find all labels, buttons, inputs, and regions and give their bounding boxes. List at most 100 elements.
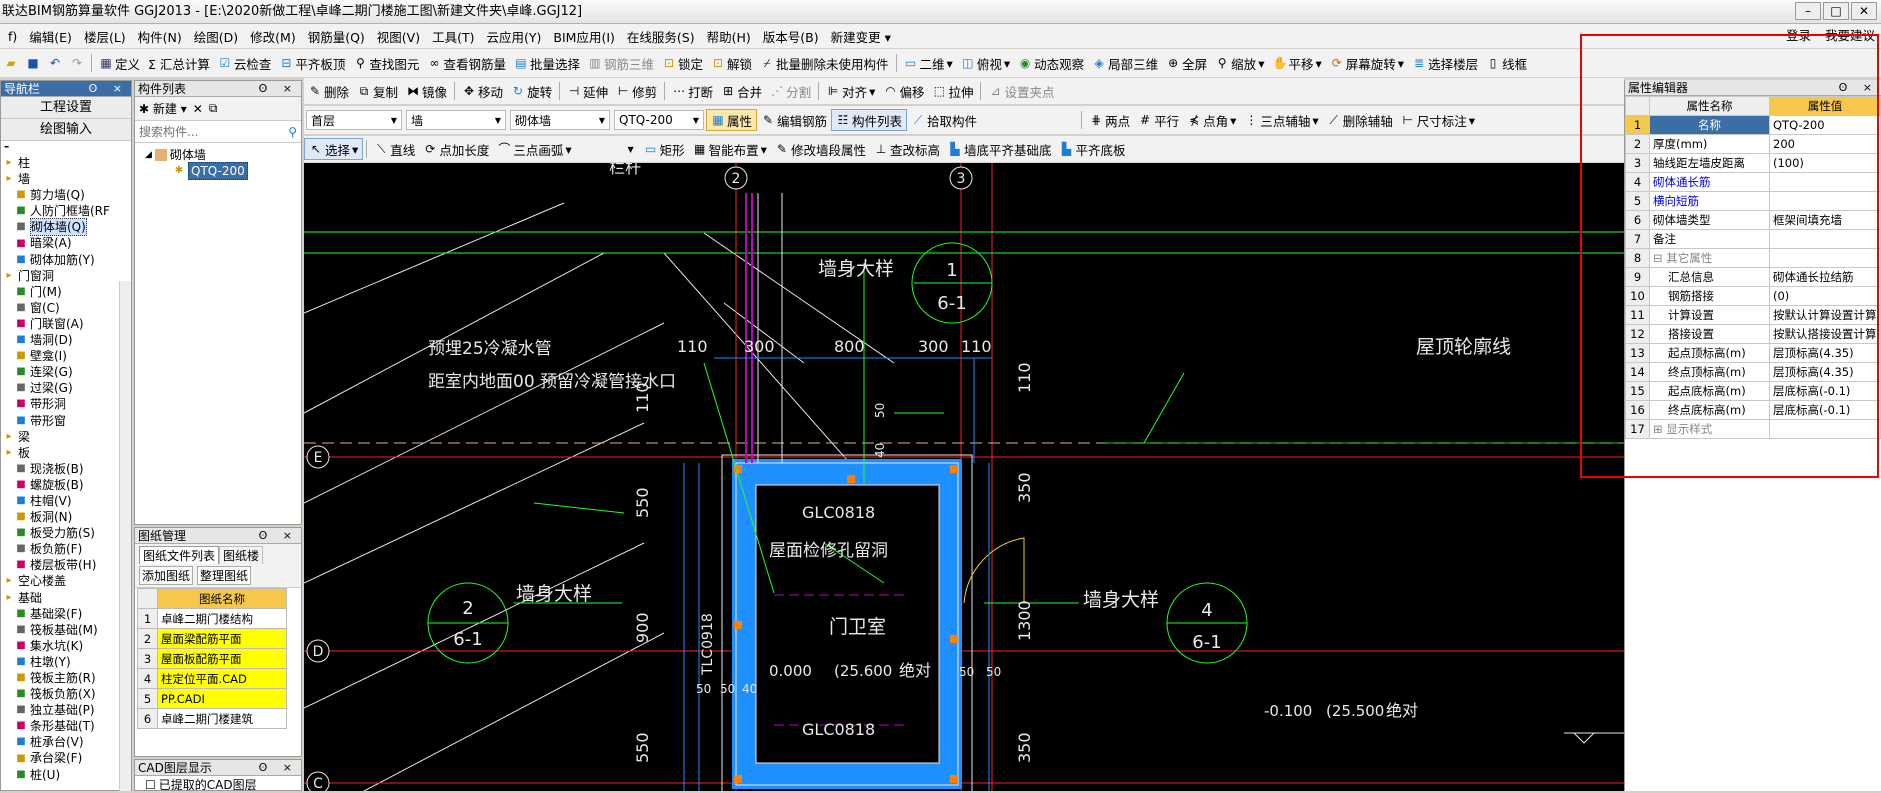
line-button[interactable]: ⟍ 直线 [370,138,419,160]
local-3d-button[interactable]: ◈ 局部三维 [1088,52,1162,74]
maximize-button[interactable]: □ [1823,2,1849,20]
nav-group[interactable]: ▸ 梁 [3,429,131,445]
redo-button[interactable]: ↷ [66,52,88,74]
delete-axis-button[interactable]: ⟋ 删除辅轴 [1323,109,1397,131]
save-button[interactable]: ■ [22,52,44,74]
nav-item[interactable]: ■ 现浇板(B) [3,461,131,477]
mirror-button[interactable]: ⧓ 镜像 [402,80,451,102]
new-component-button[interactable]: ✱ 新建 ▾ [139,100,187,117]
table-row[interactable]: 1 卓峰二期门楼结构 [137,608,287,629]
nav-group[interactable]: ▸ 柱 [3,155,131,171]
nav-item[interactable]: ■ 板洞(N) [3,509,131,525]
menu-help[interactable]: 帮助(H) [701,27,757,46]
arc-options-select[interactable]: ▼ [578,139,638,159]
nav-item[interactable]: ■ 柱墩(Y) [3,654,131,670]
orbit-button[interactable]: ◉ 动态观察 [1014,52,1088,74]
nav-group[interactable]: ▸ 空心楼盖 [3,573,131,589]
type-select[interactable]: 墙 ▼ [406,110,506,130]
search-icon[interactable]: ⚲ [288,125,297,139]
nav-item[interactable]: ■ 暗梁(A) [3,235,131,251]
panel-controls[interactable]: ʘ × [89,81,128,97]
nav-item[interactable]: ■ 筏板主筋(R) [3,670,131,686]
parallel-button[interactable]: # 平行 [1134,109,1183,131]
rebar-3d-button[interactable]: ▥ 钢筋三维 [584,52,658,74]
component-group[interactable]: ◢ 砌体墙 [145,147,301,163]
offset-button[interactable]: ◠ 偏移 [879,80,928,102]
nav-item[interactable]: ■ 窗(C) [3,300,131,316]
rotate-button[interactable]: ↻ 旋转 [507,80,556,102]
menu-cloud[interactable]: 云应用(Y) [481,27,548,46]
menu-view[interactable]: 视图(V) [371,27,426,46]
view-rebar-qty-button[interactable]: ∞ 查看钢筋量 [423,52,510,74]
align-slab-bottom-button[interactable]: ▙ 平齐底板 [1055,138,1129,160]
nav-scrollbar[interactable] [119,281,131,791]
nav-item[interactable]: ■ 砌体加筋(Y) [3,252,131,268]
property-button[interactable]: ▦ 属性 [706,109,758,131]
three-point-axis-button[interactable]: ⋮ 三点辅轴 ▾ [1240,109,1322,131]
menu-draw[interactable]: 绘图(D) [188,27,244,46]
menu-online[interactable]: 在线服务(S) [621,27,701,46]
nav-item[interactable]: ■ 桩承台(V) [3,734,131,750]
align-slab-top-button[interactable]: ⊟ 平齐板顶 [275,52,349,74]
project-settings-button[interactable]: 工程设置 [1,97,131,119]
three-point-arc-button[interactable]: ⌒ 三点画弧 ▾ [493,138,575,160]
nav-group[interactable]: ▸ 门窗洞 [3,268,131,284]
undo-button[interactable]: ↶ [44,52,66,74]
delete-component-icon[interactable]: ✕ [193,102,203,116]
floor-select[interactable]: 首层 ▼ [306,110,402,130]
table-row[interactable]: 5 PP.CADI [137,688,287,709]
move-button[interactable]: ✥ 移动 [458,80,507,102]
break-button[interactable]: ⋯ 打断 [668,80,717,102]
edit-rebar-button[interactable]: ✎ 编辑钢筋 [757,109,831,131]
nav-item[interactable]: ■ 带形洞 [3,396,131,412]
cloud-check-button[interactable]: ☑ 云检查 [214,52,276,74]
menu-version[interactable]: 版本号(B) [757,27,825,46]
top-view-button[interactable]: ◫ 俯视 ▾ [957,52,1014,74]
menu-floor[interactable]: 楼层(L) [78,27,132,46]
pan-button[interactable]: ✋ 平移 ▾ [1268,52,1325,74]
align-button[interactable]: ⊫ 对齐 ▾ [822,80,879,102]
zoom-button[interactable]: ⚲ 缩放 ▾ [1211,52,1268,74]
minimize-button[interactable]: – [1795,2,1821,20]
collapse-icon[interactable]: ◢ [145,147,152,163]
delete-button[interactable]: ✎ 删除 [304,80,353,102]
nav-group[interactable]: ▸ 墙 [3,171,131,187]
component-list-button[interactable]: ☷ 构件列表 [831,109,908,131]
checkbox-icon[interactable]: ☐ [145,778,156,792]
rectangle-button[interactable]: ▭ 矩形 [640,138,689,160]
cad-layer-item[interactable]: ☐ 已提取的CAD图层 [135,776,301,793]
nav-item[interactable]: ■ 筏板基础(M) [3,622,131,638]
subtype-select[interactable]: 砌体墙 ▼ [510,110,610,130]
nav-item[interactable]: ■ 螺旋板(B) [3,477,131,493]
nav-item[interactable]: ■ 连梁(G) [3,364,131,380]
fullscreen-button[interactable]: ⊕ 全屏 [1162,52,1211,74]
merge-button[interactable]: ⊞ 合并 [717,80,766,102]
batch-select-button[interactable]: ▤ 批量选择 [510,52,584,74]
nav-item[interactable]: ■ 墙洞(D) [3,332,131,348]
unlock-button[interactable]: ⊡ 解锁 [707,52,756,74]
nav-item[interactable]: ■ 人防门框墙(RF [3,203,131,219]
menu-file[interactable]: f) [2,29,23,44]
arrange-drawing-button[interactable]: 整理图纸 [197,566,252,585]
tab-drawing-files[interactable]: 图纸文件列表 [139,546,220,564]
nav-item[interactable]: ■ 剪力墙(Q) [3,187,131,203]
nav-item[interactable]: ■ 带形窗 [3,413,131,429]
nav-item[interactable]: ■ 过梁(G) [3,380,131,396]
copy-button[interactable]: ⧉ 复制 [353,80,402,102]
point-length-button[interactable]: ⟳ 点加长度 [419,138,493,160]
nav-item[interactable]: ■ 板受力筋(S) [3,525,131,541]
component-search-input[interactable] [139,124,289,139]
draw-input-button[interactable]: 绘图输入 [1,119,131,141]
nav-item[interactable]: ■ 条形基础(T) [3,718,131,734]
nav-item[interactable]: ■ 基础梁(F) [3,606,131,622]
close-button[interactable]: ✕ [1851,2,1877,20]
batch-delete-button[interactable]: ⌿ 批量删除未使用构件 [756,52,893,74]
menu-component[interactable]: 构件(N) [132,27,188,46]
split-button[interactable]: ⋰ 分割 [766,80,815,102]
wireframe-button[interactable]: ▯ 线框 [1482,52,1531,74]
table-row[interactable]: 6 卓峰二期门楼建筑 [137,708,287,729]
find-element-button[interactable]: ⚲ 查找图元 [349,52,423,74]
trim-button[interactable]: ⊢ 修剪 [612,80,661,102]
tab-drawing-floors[interactable]: 图纸楼 [219,546,264,564]
table-row[interactable]: 2 屋面梁配筋平面 [137,628,287,649]
